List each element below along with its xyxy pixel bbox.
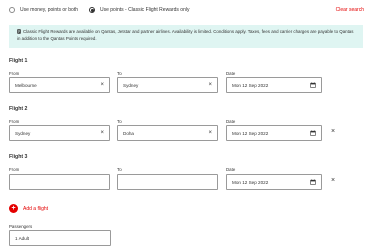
- flight-2-from-label: From: [9, 119, 20, 124]
- flight-1-to-value: Sydney: [123, 82, 139, 88]
- flight-2-to-input[interactable]: Doha ×: [117, 125, 218, 141]
- option-points-only-label: Use points - Classic Flight Rewards only: [100, 7, 190, 13]
- passengers-value: 1 Adult: [15, 235, 30, 241]
- flight-1-from-input[interactable]: Melbourne ×: [9, 77, 110, 93]
- flight-3-date-value: Mon 12 Sep 2022: [232, 179, 269, 185]
- flight-1-to-input[interactable]: Sydney ×: [117, 77, 218, 93]
- flight-2-to-value: Doha: [123, 130, 134, 136]
- flight-2-title: Flight 2: [9, 106, 28, 112]
- flight-1-date-value: Mon 12 Sep 2022: [232, 82, 269, 88]
- flight-1-from-label: From: [9, 71, 20, 76]
- flight-2-date-value: Mon 12 Sep 2022: [232, 130, 269, 136]
- flight-2-date-input[interactable]: Mon 12 Sep 2022: [226, 125, 322, 141]
- flight-1-date-input[interactable]: Mon 12 Sep 2022: [226, 77, 322, 93]
- fare-type-options: Use money, points or both Use points - C…: [9, 6, 189, 14]
- flight-1-from-clear-icon[interactable]: ×: [100, 82, 104, 88]
- plus-icon: +: [9, 204, 18, 213]
- radio-points-only[interactable]: [89, 7, 95, 13]
- option-points-only[interactable]: Use points - Classic Flight Rewards only: [89, 7, 189, 13]
- add-flight-button[interactable]: + Add a flight: [9, 204, 48, 213]
- calendar-icon[interactable]: [310, 130, 316, 136]
- passengers-select[interactable]: 1 Adult: [9, 230, 111, 246]
- flight-2-from-input[interactable]: Sydney ×: [9, 125, 110, 141]
- notice-text: Classic Flight Rewards are available on …: [17, 29, 354, 41]
- calendar-icon[interactable]: [310, 179, 316, 185]
- flight-1-date-label: Date: [226, 71, 236, 76]
- flight-1-from-value: Melbourne: [15, 82, 37, 88]
- flight-1-to-label: To: [117, 71, 122, 76]
- add-flight-label: Add a flight: [23, 205, 49, 212]
- flight-3-to-input[interactable]: [117, 174, 218, 190]
- flight-3-date-input[interactable]: Mon 12 Sep 2022: [226, 174, 322, 190]
- remove-flight-2-icon[interactable]: ×: [331, 128, 335, 135]
- flight-2-to-clear-icon[interactable]: ×: [208, 130, 212, 136]
- remove-flight-3-icon[interactable]: ×: [331, 177, 335, 184]
- flight-3-from-label: From: [9, 167, 20, 172]
- flight-3-from-input[interactable]: [9, 174, 110, 190]
- radio-money-points[interactable]: [9, 7, 15, 13]
- clear-search-link[interactable]: Clear search: [336, 7, 364, 13]
- info-icon: [17, 29, 21, 34]
- flight-3-title: Flight 3: [9, 154, 28, 160]
- flight-1-title: Flight 1: [9, 58, 28, 64]
- flight-3-to-label: To: [117, 167, 122, 172]
- option-money-points[interactable]: Use money, points or both: [9, 7, 78, 13]
- flight-2-from-value: Sydney: [15, 130, 31, 136]
- flight-1-to-clear-icon[interactable]: ×: [208, 82, 212, 88]
- classic-rewards-notice: Classic Flight Rewards are available on …: [9, 25, 363, 48]
- flight-2-to-label: To: [117, 119, 122, 124]
- passengers-label: Passengers: [9, 224, 33, 229]
- flight-2-from-clear-icon[interactable]: ×: [100, 130, 104, 136]
- flight-3-date-label: Date: [226, 167, 236, 172]
- calendar-icon[interactable]: [310, 82, 316, 88]
- flight-2-date-label: Date: [226, 119, 236, 124]
- option-money-points-label: Use money, points or both: [20, 7, 78, 13]
